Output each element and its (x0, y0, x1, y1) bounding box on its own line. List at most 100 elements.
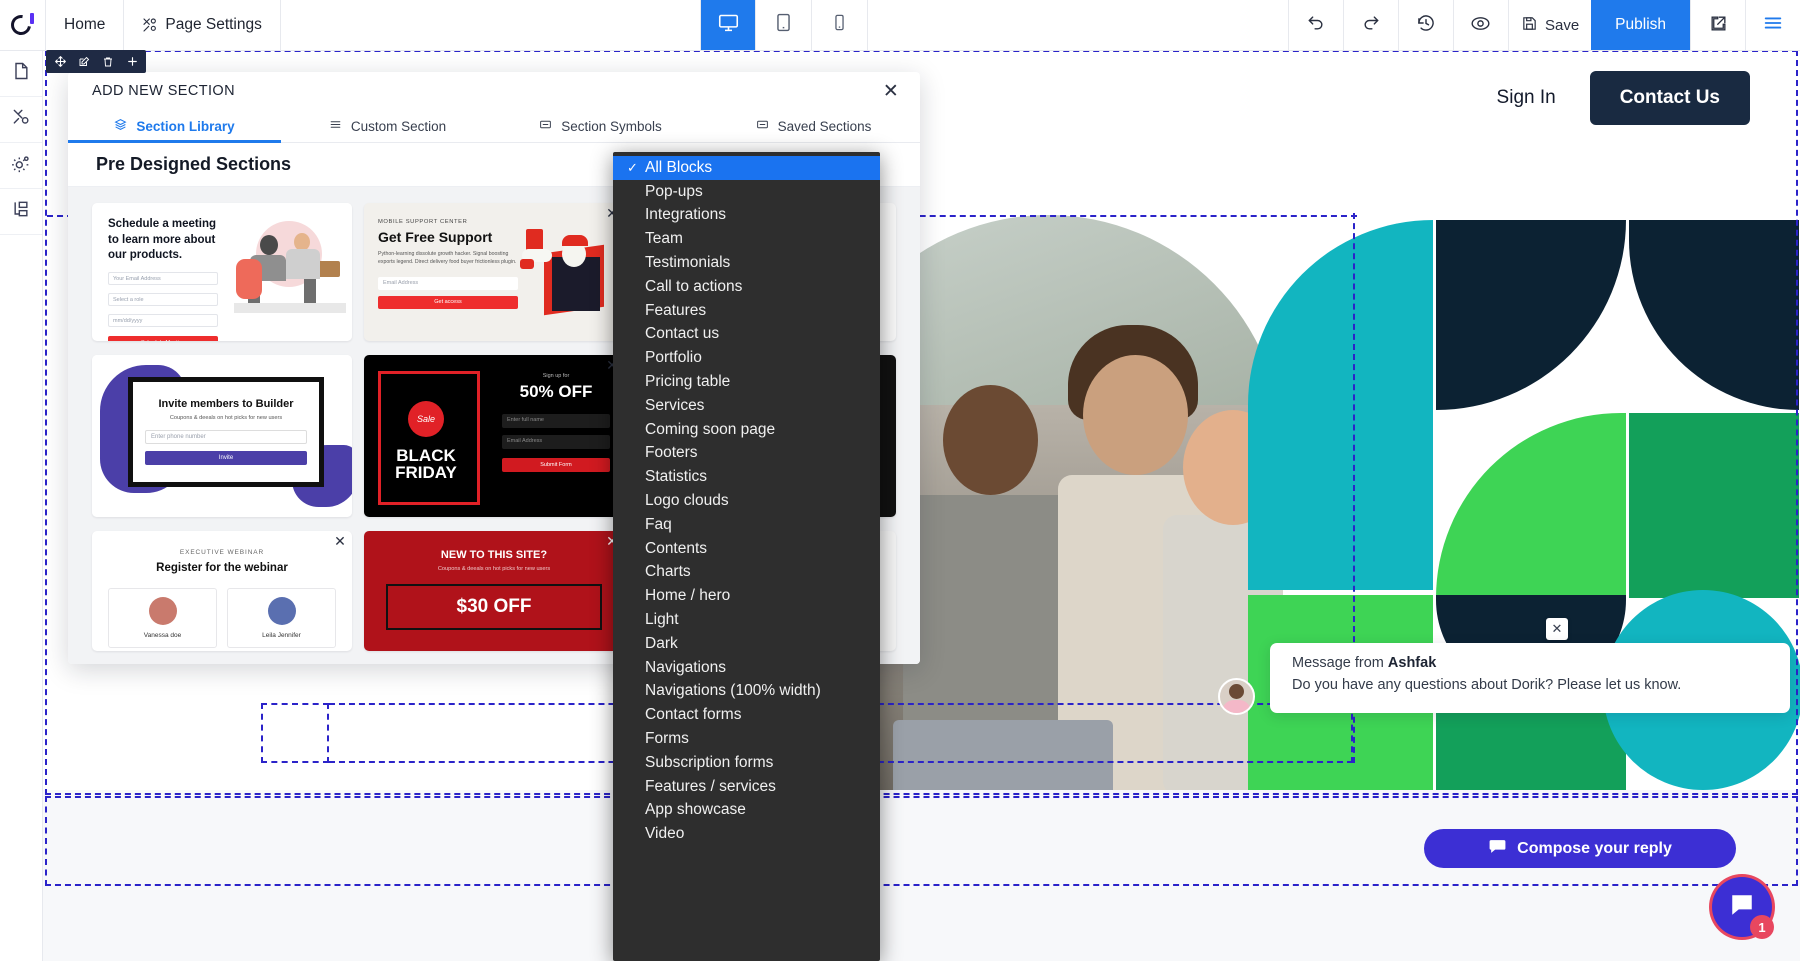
card-button: Submit Form (502, 458, 610, 472)
deco-shape-green-2 (1629, 413, 1799, 598)
publish-button[interactable]: Publish (1591, 0, 1690, 50)
open-external-button[interactable] (1690, 0, 1745, 50)
preview-button[interactable] (1453, 0, 1508, 50)
dropdown-item-navigations[interactable]: Navigations (613, 656, 880, 680)
dropdown-item-charts[interactable]: Charts (613, 561, 880, 585)
dropdown-item-video[interactable]: Video (613, 822, 880, 846)
chat-close-button[interactable]: ✕ (1546, 618, 1568, 640)
dropdown-item-dark[interactable]: Dark (613, 632, 880, 656)
app-logo[interactable] (0, 0, 46, 50)
card-body: Python-learning dissolute growth hacker.… (378, 250, 518, 267)
section-card-invite-members[interactable]: ✕ Invite members to Builder Coupons & de… (92, 355, 352, 517)
deco-shape-navy-1 (1436, 220, 1626, 410)
compose-reply-button[interactable]: Compose your reply (1424, 829, 1736, 868)
chat-launcher-button[interactable]: 1 (1712, 877, 1772, 937)
section-card-schedule-meeting[interactable]: ✕ Schedule a meeting to learn more about… (92, 203, 352, 341)
dropdown-item-app-showcase[interactable]: App showcase (613, 799, 880, 823)
add-section-icon[interactable] (120, 50, 144, 73)
dropdown-item-pricing-table[interactable]: Pricing table (613, 370, 880, 394)
delete-section-icon[interactable] (96, 50, 120, 73)
save-label: Save (1545, 17, 1579, 34)
rail-item-pages[interactable] (0, 51, 42, 97)
save-button[interactable]: Save (1508, 0, 1591, 50)
dropdown-item-label: Faq (645, 516, 672, 534)
chat-avatar (1218, 678, 1255, 715)
dropdown-item-features-services[interactable]: Features / services (613, 775, 880, 799)
dropdown-item-integrations[interactable]: Integrations (613, 204, 880, 228)
section-card-get-free-support[interactable]: ✕ MOBILE SUPPORT CENTER Get Free Support… (364, 203, 624, 341)
dropdown-item-services[interactable]: Services (613, 394, 880, 418)
dropdown-item-subscription-forms[interactable]: Subscription forms (613, 751, 880, 775)
move-section-icon[interactable] (48, 50, 72, 73)
chat-message-text: Do you have any questions about Dorik? P… (1292, 675, 1774, 697)
block-category-dropdown[interactable]: ✓All BlocksPop-upsIntegrationsTeamTestim… (613, 152, 880, 961)
saved-icon (756, 118, 769, 134)
card-field: Select a role (108, 293, 218, 306)
rail-item-settings[interactable] (0, 143, 42, 189)
modal-tabs: Section Library Custom Section Section S… (68, 110, 920, 143)
dropdown-item-footers[interactable]: Footers (613, 442, 880, 466)
dropdown-item-home-hero[interactable]: Home / hero (613, 584, 880, 608)
dropdown-item-coming-soon-page[interactable]: Coming soon page (613, 418, 880, 442)
dropdown-item-call-to-actions[interactable]: Call to actions (613, 275, 880, 299)
section-card-new-to-this-site[interactable]: ✕ NEW TO THIS SITE? Coupons & deeals on … (364, 531, 624, 651)
dropdown-item-forms[interactable]: Forms (613, 727, 880, 751)
history-button[interactable] (1398, 0, 1453, 50)
dropdown-item-portfolio[interactable]: Portfolio (613, 346, 880, 370)
layers-icon (11, 199, 31, 224)
modal-close-button[interactable]: ✕ (880, 80, 902, 102)
dropdown-item-features[interactable]: Features (613, 299, 880, 323)
check-icon: ✓ (627, 160, 641, 176)
card-illustration (234, 203, 352, 341)
tab-section-library[interactable]: Section Library (68, 110, 281, 142)
dropdown-item-pop-ups[interactable]: Pop-ups (613, 180, 880, 204)
card-illustration (518, 219, 610, 325)
dropdown-item-contact-us[interactable]: Contact us (613, 323, 880, 347)
device-mobile-button[interactable] (812, 0, 868, 50)
site-signin-link[interactable]: Sign In (1497, 87, 1556, 109)
redo-button[interactable] (1343, 0, 1398, 50)
nav-page-settings[interactable]: Page Settings (124, 0, 281, 50)
dropdown-item-label: Dark (645, 635, 678, 653)
chat-message-from-label: Message from (1292, 655, 1388, 671)
card-field: mm/dd/yyyy (108, 314, 218, 327)
dropdown-item-navigations-100-width[interactable]: Navigations (100% width) (613, 680, 880, 704)
eye-icon (1470, 13, 1491, 38)
layers-stack-icon (114, 118, 127, 134)
tab-custom-section[interactable]: Custom Section (281, 110, 494, 142)
publish-label: Publish (1615, 16, 1666, 34)
dropdown-item-light[interactable]: Light (613, 608, 880, 632)
dropdown-item-testimonials[interactable]: Testimonials (613, 251, 880, 275)
left-rail (0, 51, 43, 961)
dropdown-item-label: Subscription forms (645, 754, 773, 772)
dropdown-item-label: Statistics (645, 468, 707, 486)
rail-item-layers[interactable] (0, 189, 42, 235)
chat-message-bubble[interactable]: Message from Ashfak Do you have any ques… (1270, 643, 1790, 713)
site-contact-button[interactable]: Contact Us (1590, 71, 1750, 125)
nav-home[interactable]: Home (46, 0, 124, 50)
dropdown-item-all-blocks[interactable]: ✓All Blocks (613, 156, 880, 180)
hamburger-menu-button[interactable] (1745, 0, 1800, 50)
edit-section-icon[interactable] (72, 50, 96, 73)
external-link-icon (1709, 14, 1728, 37)
section-card-black-friday[interactable]: ✕ Sale BLACK FRIDAY Sign up for (364, 355, 624, 517)
undo-button[interactable] (1288, 0, 1343, 50)
card-eyebrow: MOBILE SUPPORT CENTER (378, 219, 518, 225)
card-title: Invite members to Builder (145, 398, 307, 410)
section-card-executive-webinar[interactable]: ✕ EXECUTIVE WEBINAR Register for the web… (92, 531, 352, 651)
undo-icon (1306, 13, 1326, 37)
device-desktop-button[interactable] (700, 0, 756, 50)
tab-section-symbols[interactable]: Section Symbols (494, 110, 707, 142)
dropdown-item-team[interactable]: Team (613, 227, 880, 251)
dropdown-item-faq[interactable]: Faq (613, 513, 880, 537)
dropdown-item-statistics[interactable]: Statistics (613, 465, 880, 489)
tab-saved-sections[interactable]: Saved Sections (707, 110, 920, 142)
device-tablet-button[interactable] (756, 0, 812, 50)
dropdown-item-logo-clouds[interactable]: Logo clouds (613, 489, 880, 513)
dropdown-item-contact-forms[interactable]: Contact forms (613, 703, 880, 727)
card-close-icon[interactable]: ✕ (332, 533, 348, 549)
rail-item-design[interactable] (0, 97, 42, 143)
dropdown-item-label: Portfolio (645, 349, 702, 367)
dropdown-item-label: Contact us (645, 325, 719, 343)
dropdown-item-contents[interactable]: Contents (613, 537, 880, 561)
